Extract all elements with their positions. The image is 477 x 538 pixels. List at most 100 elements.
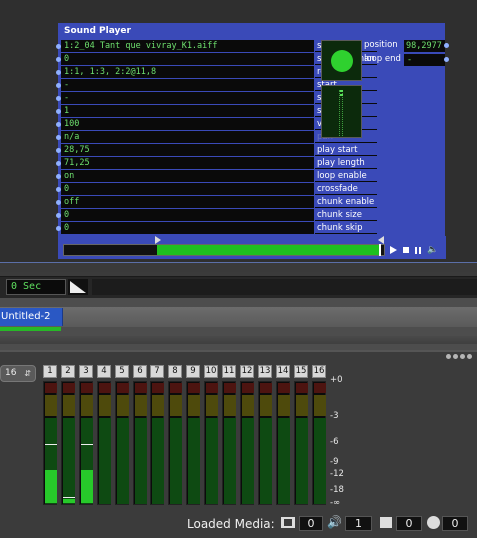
db-scale-label: +0 (330, 375, 343, 385)
param-value-field[interactable]: 100 (61, 118, 314, 130)
param-value-field[interactable]: 0 (61, 53, 314, 65)
channel-number-5[interactable]: 5 (115, 365, 129, 378)
channel-number-16[interactable]: 16 (312, 365, 326, 378)
channel-number-7[interactable]: 7 (150, 365, 164, 378)
param-value-field[interactable]: n/a (61, 131, 314, 143)
param-row-sampler-chan: 0sampler chan (56, 53, 377, 66)
param-label: chunk skip (315, 222, 377, 234)
channel-number-3[interactable]: 3 (79, 365, 93, 378)
param-value-field[interactable]: 71,25 (61, 157, 314, 169)
level-meter-2 (61, 381, 75, 505)
channel-count-select[interactable]: 16 ⇵ (0, 365, 36, 382)
param-row-pan: n/apan (56, 131, 377, 144)
param-row-play-start: 28,75 play start (56, 144, 377, 157)
channel-number-8[interactable]: 8 (168, 365, 182, 378)
channel-number-12[interactable]: 12 (240, 365, 254, 378)
param-value-field[interactable]: 0 (61, 183, 314, 195)
channel-number-1[interactable]: 1 (43, 365, 57, 378)
level-display (321, 85, 362, 138)
video-count: 0 (299, 516, 323, 531)
audio-speaker-icon: 🔊 (327, 515, 342, 529)
meter-peak (63, 497, 75, 498)
channel-number-4[interactable]: 4 (97, 365, 111, 378)
level-meter-14 (276, 381, 290, 505)
level-meter-11 (222, 381, 236, 505)
playback-indicator-display (321, 40, 362, 81)
range-end-handle[interactable] (378, 236, 384, 244)
channel-number-6[interactable]: 6 (133, 365, 147, 378)
stop-icon[interactable] (403, 247, 409, 253)
db-scale-label: -12 (330, 469, 344, 479)
other-count: 0 (442, 516, 468, 531)
play-range-fill (157, 245, 381, 255)
level-meter-8 (168, 381, 182, 505)
param-value-field[interactable]: 1:1, 1:3, 2:2@11,8 (61, 66, 314, 78)
loaded-media-label: Loaded Media: (187, 517, 275, 531)
tab-divider (0, 336, 477, 344)
speaker-icon[interactable]: 🔈 (427, 245, 438, 255)
more-options-icon[interactable] (446, 354, 472, 359)
param-row-play-length: 71,25 play length (56, 157, 377, 170)
audio-count: 1 (345, 516, 372, 531)
db-scale-label: -∞ (330, 498, 341, 508)
level-meter-7 (150, 381, 164, 505)
level-meter-1 (43, 381, 57, 505)
pause-icon[interactable] (415, 246, 421, 254)
param-value-field[interactable]: off (61, 196, 314, 208)
param-label: loop enable (315, 170, 377, 182)
channel-number-9[interactable]: 9 (186, 365, 200, 378)
level-meter-5 (115, 381, 129, 505)
param-value-field[interactable]: 0 (61, 222, 314, 234)
param-value-field[interactable]: 1 (61, 105, 314, 117)
param-row-stop: -stop (56, 92, 377, 105)
param-row-sound: 1:2_04 Tant que vivray_K1.aiffsound (56, 40, 377, 53)
param-row-routing: 1:1, 1:3, 2:2@11,8routing (56, 66, 377, 79)
param-row-loop-enable: on loop enable (56, 170, 377, 183)
db-scale-label: -9 (330, 457, 339, 467)
db-scale-label: -6 (330, 437, 339, 447)
channel-number-11[interactable]: 11 (222, 365, 236, 378)
param-row-speed: 1speed (56, 105, 377, 118)
channel-number-13[interactable]: 13 (258, 365, 272, 378)
db-scale-label: -18 (330, 485, 344, 495)
tab-strip (0, 307, 477, 327)
channel-number-10[interactable]: 10 (204, 365, 218, 378)
level-bar-peak (340, 90, 343, 98)
param-row-crossfade: 0 crossfade (56, 183, 377, 196)
player-title: Sound Player (64, 26, 131, 36)
meter-level (45, 470, 57, 503)
time-display-field[interactable]: 0 Sec (6, 279, 66, 295)
film-icon (281, 517, 295, 528)
meter-peak (81, 444, 93, 445)
param-value-field[interactable]: 0 (61, 209, 314, 221)
level-meter-3 (79, 381, 93, 505)
param-value-field[interactable]: 1:2_04 Tant que vivray_K1.aiff (61, 40, 314, 52)
meter-level (63, 499, 75, 503)
param-label: chunk size (315, 209, 377, 221)
meter-peak (45, 444, 57, 445)
tab-untitled-2[interactable]: Untitled-2 (0, 308, 63, 326)
time-track[interactable] (92, 279, 477, 295)
channel-number-15[interactable]: 15 (294, 365, 308, 378)
loop-end-outlet[interactable] (444, 57, 449, 62)
param-value-field[interactable]: 28,75 (61, 144, 314, 156)
meter-level (81, 470, 93, 503)
param-value-field[interactable]: - (61, 79, 314, 91)
level-meter-13 (258, 381, 272, 505)
position-value-field[interactable]: 98,2977 (404, 40, 445, 52)
param-row-chunk-size: 0 chunk size (56, 209, 377, 222)
param-label: crossfade (315, 183, 377, 195)
param-value-field[interactable]: - (61, 92, 314, 104)
image-count: 0 (396, 516, 422, 531)
loop-end-value-field[interactable]: - (404, 54, 445, 66)
playhead[interactable] (379, 244, 381, 256)
channel-number-14[interactable]: 14 (276, 365, 290, 378)
image-icon (380, 517, 392, 528)
level-meter-10 (204, 381, 218, 505)
position-outlet[interactable] (444, 43, 449, 48)
level-meter-4 (97, 381, 111, 505)
range-start-handle[interactable] (155, 236, 161, 244)
channel-number-2[interactable]: 2 (61, 365, 75, 378)
param-value-field[interactable]: on (61, 170, 314, 182)
play-icon[interactable] (390, 246, 397, 254)
